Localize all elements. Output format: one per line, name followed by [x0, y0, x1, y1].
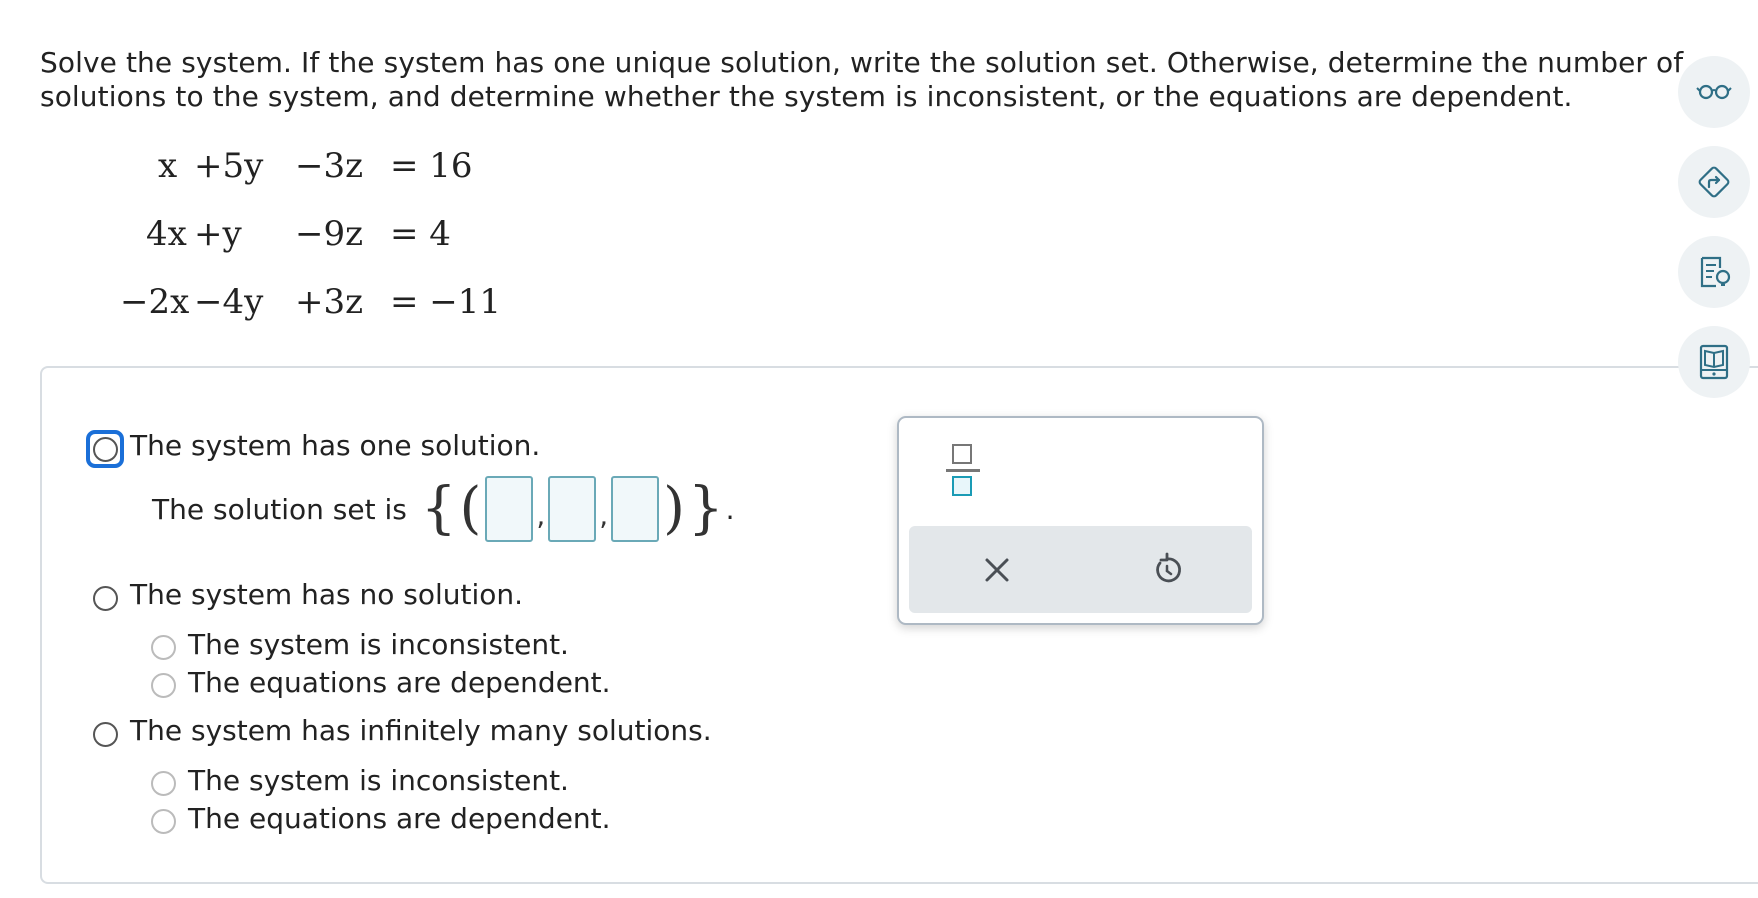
- term-rhs: = −11: [390, 282, 502, 322]
- reading-lightbulb-icon[interactable]: [1678, 236, 1750, 308]
- close-icon[interactable]: [973, 546, 1021, 594]
- right-brace: }: [688, 476, 724, 541]
- term-x: 4x: [146, 214, 187, 254]
- radio-infinite-inconsistent[interactable]: [151, 771, 176, 796]
- undo-icon[interactable]: [1143, 546, 1191, 594]
- term-y: −4y: [194, 282, 264, 322]
- solution-set-label: The solution set is: [152, 492, 407, 526]
- problem-prompt: Solve the system. If the system has one …: [40, 46, 1684, 114]
- term-y: +5y: [194, 146, 264, 186]
- left-brace: {: [420, 476, 457, 541]
- term-z: +3z: [295, 282, 364, 322]
- left-paren: (: [459, 476, 482, 541]
- option-no-solution-label[interactable]: The system has no solution.: [130, 578, 523, 611]
- solution-y-input[interactable]: [548, 476, 597, 542]
- radio-no-solution-dependent[interactable]: [151, 673, 176, 698]
- option-no-solution-dependent-label[interactable]: The equations are dependent.: [188, 666, 611, 699]
- prompt-line-1: Solve the system. If the system has one …: [40, 46, 1684, 79]
- solution-x-input[interactable]: [485, 476, 534, 542]
- term-x: −2x: [120, 282, 190, 322]
- term-z: −3z: [295, 146, 364, 186]
- prompt-line-2: solutions to the system, and determine w…: [40, 80, 1573, 113]
- option-infinite-dependent-label[interactable]: The equations are dependent.: [188, 802, 611, 835]
- option-no-solution-inconsistent-label[interactable]: The system is inconsistent.: [188, 628, 569, 661]
- book-icon[interactable]: [1678, 326, 1750, 398]
- term-rhs: = 16: [390, 146, 473, 186]
- right-paren: ): [663, 476, 685, 541]
- solution-z-input[interactable]: [611, 476, 660, 542]
- math-palette: [897, 416, 1264, 625]
- term-x: x: [158, 146, 178, 186]
- comma: ,: [599, 499, 609, 532]
- option-one-solution-label[interactable]: The system has one solution.: [130, 429, 540, 462]
- directions-icon[interactable]: [1678, 146, 1750, 218]
- option-infinite-inconsistent-label[interactable]: The system is inconsistent.: [188, 764, 569, 797]
- radio-one-solution[interactable]: [93, 437, 118, 462]
- fraction-icon[interactable]: [944, 442, 984, 502]
- radio-no-solution[interactable]: [93, 586, 118, 611]
- period: .: [725, 492, 735, 526]
- solution-set-row: The solution set is { ( , , ) } .: [152, 476, 735, 542]
- term-rhs: = 4: [390, 214, 451, 254]
- comma: ,: [536, 499, 546, 532]
- term-z: −9z: [295, 214, 364, 254]
- term-y: +y: [194, 214, 242, 254]
- radio-infinite-solutions[interactable]: [93, 722, 118, 747]
- option-infinite-solutions-label[interactable]: The system has infinitely many solutions…: [130, 714, 712, 747]
- radio-infinite-dependent[interactable]: [151, 809, 176, 834]
- glasses-icon[interactable]: [1678, 56, 1750, 128]
- radio-no-solution-inconsistent[interactable]: [151, 635, 176, 660]
- palette-action-bar: [909, 526, 1252, 613]
